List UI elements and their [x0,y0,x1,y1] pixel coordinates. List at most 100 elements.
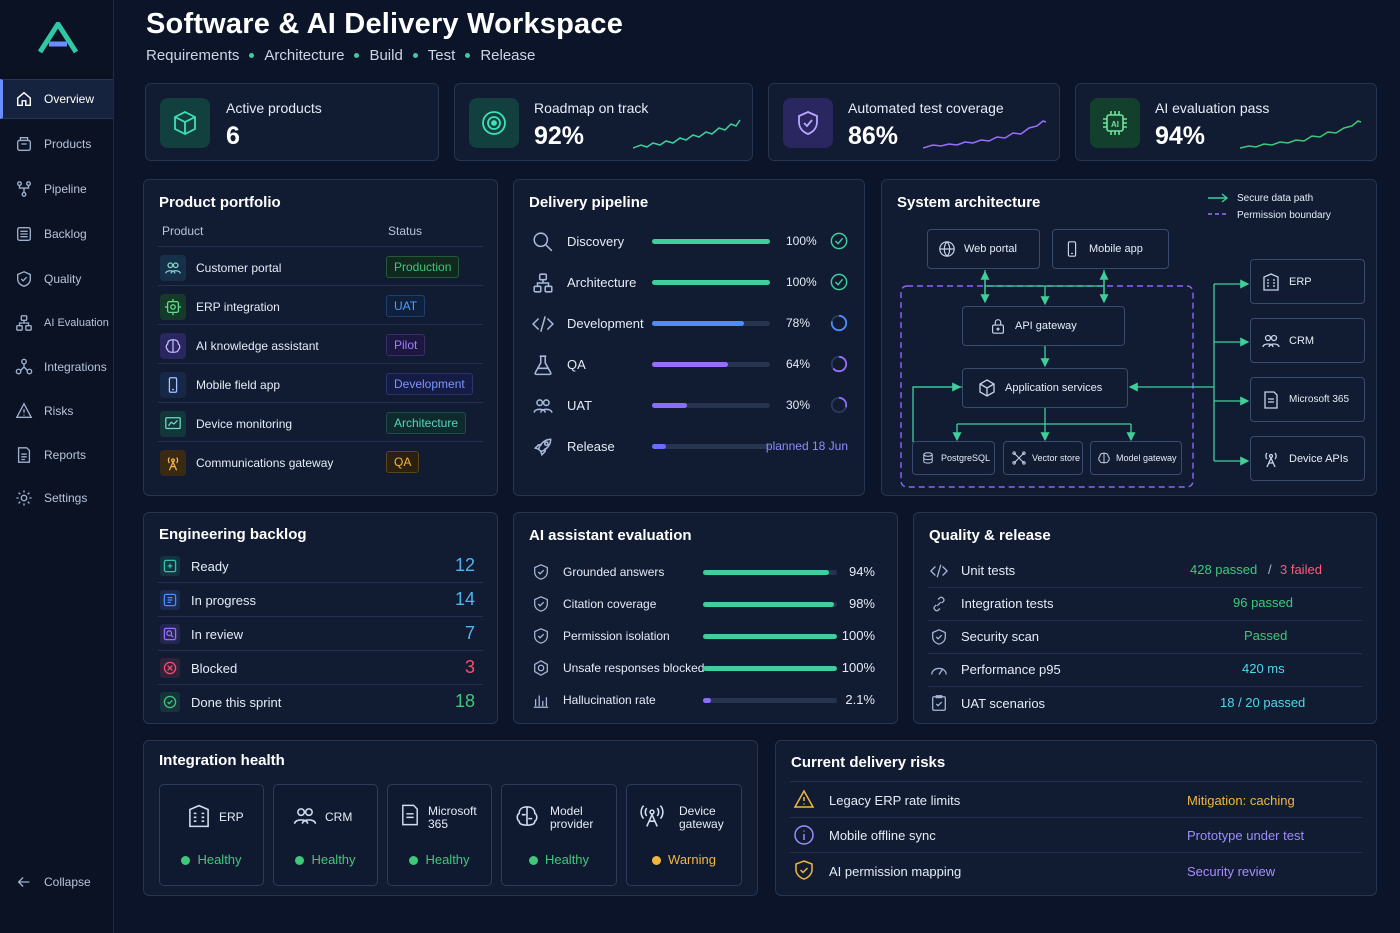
status-badge: UAT [386,295,426,317]
quality-value: Passed [1244,628,1288,643]
cubes-icon [977,378,997,398]
box-icon [14,134,34,154]
product-portfolio-panel: Product portfolio Product Status Custome… [143,179,498,496]
node-application-services[interactable]: Application services [962,368,1128,408]
search-icon [533,232,553,252]
node-microsoft-365[interactable]: Microsoft 365 [1250,377,1365,422]
pipeline-icon [14,179,34,199]
blocked-icon [160,658,180,678]
node-api-gateway[interactable]: API gateway [962,306,1125,346]
backlog-count: 14 [454,589,475,609]
sidebar-item-label: Settings [44,491,88,505]
page-title: Software & AI Delivery Workspace [146,8,624,40]
integration-card-crm[interactable]: CRM Healthy [273,784,378,886]
node-web-portal[interactable]: Web portal [927,229,1040,269]
list-icon [14,224,34,244]
product-name: AI knowledge assistant [196,339,319,353]
column-header-status: Status [388,224,423,238]
node-label: ERP [1289,275,1312,288]
sidebar-item-integrations[interactable]: Integrations [0,347,113,387]
progress-ring-icon [830,355,848,373]
sidebar-item-settings[interactable]: Settings [0,478,113,518]
stage-value: 64% [786,357,811,371]
sidebar-item-ai-evaluation[interactable]: AI Evaluation [0,303,113,343]
node-label: Web portal [964,243,1017,255]
kpi-label: AI evaluation pass [1155,100,1270,116]
kpi-ai-evaluation[interactable]: AI AI evaluation pass 94% [1075,83,1377,161]
progress-fill [652,362,728,367]
shield-check-icon [932,629,946,645]
divider [928,587,1362,588]
brain-icon [514,803,540,829]
progress-bar [652,403,770,408]
node-vector-store[interactable]: Vector store [1003,441,1083,475]
panel-title: Engineering backlog [159,526,307,543]
integration-status: Healthy [311,852,356,867]
kpi-test-coverage[interactable]: Automated test coverage 86% [768,83,1060,161]
node-erp[interactable]: ERP [1250,259,1365,304]
quality-value: 420 ms [1242,661,1285,676]
app-logo[interactable] [38,22,78,54]
sidebar-item-label: Quality [44,272,82,286]
sidebar-item-products[interactable]: Products [0,124,113,164]
node-device-apis[interactable]: Device APIs [1250,436,1365,481]
collapse-button[interactable]: Collapse [0,862,113,902]
integration-card-erp[interactable]: ERP Healthy [159,784,264,886]
backlog-count: 3 [464,657,475,677]
subtitle-step: Test [427,47,456,64]
divider [158,402,483,403]
sidebar-item-label: Pipeline [44,182,87,196]
node-crm[interactable]: CRM [1250,318,1365,363]
sidebar-item-overview[interactable]: Overview [0,79,113,119]
sidebar-item-reports[interactable]: Reports [0,435,113,475]
gear-icon [14,488,34,508]
roadmap-sparkline [633,119,741,149]
panel-title: Current delivery risks [791,754,946,771]
divider [928,686,1362,687]
sidebar-item-backlog[interactable]: Backlog [0,214,113,254]
divider [158,324,483,325]
backlog-label: Ready [191,559,229,574]
stage-label: Architecture [567,275,637,290]
backlog-count: 12 [454,555,475,575]
node-mobile-app[interactable]: Mobile app [1052,229,1169,269]
backlog-label: In progress [191,593,257,608]
panel-title: AI assistant evaluation [529,527,692,544]
subtitle-step: Release [480,47,536,64]
sidebar-item-quality[interactable]: Quality [0,259,113,299]
kpi-label: Automated test coverage [848,100,1004,116]
integration-card-model-provider[interactable]: Model provider Healthy [501,784,617,886]
node-label: Vector store [1032,453,1081,463]
status-badge: Development [386,373,473,395]
divider [158,285,483,286]
ai-eval-value: 98% [848,596,875,611]
ready-icon [160,556,180,576]
status-badge: Pilot [386,334,426,356]
sidebar-item-risks[interactable]: Risks [0,391,113,431]
divider [158,684,483,685]
progress-fill [703,602,835,607]
quality-release-panel: Quality & release Unit tests 428 passed … [913,512,1377,724]
divider [928,620,1362,621]
antenna-icon [160,450,186,476]
code-icon [532,316,554,332]
integrations-icon [14,357,34,377]
separator-dot [412,53,418,58]
quality-label: Performance p95 [961,662,1061,677]
kpi-value: 86% [848,122,899,150]
integration-card-microsoft-365[interactable]: Microsoft 365 Healthy [387,784,492,886]
progress-fill [652,403,688,408]
sidebar-item-pipeline[interactable]: Pipeline [0,169,113,209]
risk-label: Legacy ERP rate limits [829,793,961,808]
shield-check-icon [783,98,833,148]
integration-card-device-gateway[interactable]: Device gateway Warning [626,784,742,886]
node-postgresql[interactable]: PostgreSQL [912,441,995,475]
ai-eval-value: 2.1% [845,692,875,707]
progress-bar [652,321,770,326]
stage-value: 100% [786,275,817,289]
node-model-gateway[interactable]: Model gateway [1090,441,1182,475]
node-label: Mobile app [1089,243,1143,255]
kpi-roadmap[interactable]: Roadmap on track 92% [454,83,753,161]
kpi-active-products[interactable]: Active products 6 [145,83,439,161]
in-progress-icon [160,590,180,610]
